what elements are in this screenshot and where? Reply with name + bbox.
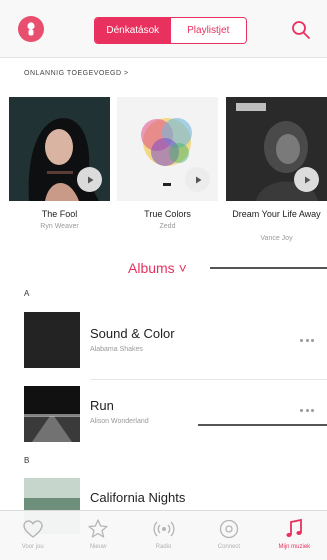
tab-label: Connect <box>217 544 241 550</box>
recent-album-title: Dream Your Life Away <box>232 209 321 219</box>
album-row[interactable]: Run Alison Wonderland <box>24 386 327 450</box>
album-title: Sound & Color <box>90 326 175 341</box>
tab-label: Mijn muziek <box>278 544 311 550</box>
section-letter: B <box>24 456 30 465</box>
play-icon <box>87 176 93 183</box>
tab-bar: Voor jou Nieuw Radio Connect Mijn muziek <box>0 510 327 560</box>
play-button[interactable] <box>294 167 319 192</box>
segment-library[interactable]: Dénkatások <box>95 18 171 43</box>
recent-album-title: True Colors <box>144 209 191 219</box>
tab-new[interactable]: Nieuw <box>65 511 130 560</box>
search-icon <box>292 21 310 39</box>
tab-label: Radio <box>155 544 172 550</box>
star-icon <box>88 519 108 538</box>
play-icon <box>195 176 201 183</box>
play-button[interactable] <box>77 167 102 192</box>
recent-album-tile[interactable] <box>9 97 110 201</box>
more-options-button[interactable] <box>300 339 314 343</box>
scroll-indicator <box>210 267 327 269</box>
segmented-control: Dénkatások Playlistjet <box>94 17 247 44</box>
play-button[interactable] <box>185 167 210 192</box>
nav-bar: Dénkatások Playlistjet <box>0 0 327 58</box>
albums-sort-dropdown[interactable]: Albums ˅ <box>128 260 187 276</box>
recently-added-header[interactable]: ONLANNIG TOEGEVOEGD > <box>24 70 129 77</box>
recent-album-title: The Fool <box>41 209 78 219</box>
album-title: California Nights <box>90 490 186 505</box>
album-artist: Alabama Shakes <box>90 346 143 353</box>
tab-connect[interactable]: Connect <box>196 511 261 560</box>
play-icon <box>304 176 310 183</box>
search-button[interactable] <box>290 19 312 41</box>
radio-icon <box>153 521 175 537</box>
album-title: Run <box>90 398 114 413</box>
profile-button[interactable] <box>18 16 44 42</box>
tab-radio[interactable]: Radio <box>131 511 196 560</box>
music-note-icon <box>286 518 303 537</box>
tab-label: Nieuw <box>89 544 107 550</box>
heart-icon <box>23 520 43 538</box>
recent-album-artist: Vance Joy <box>260 235 293 242</box>
at-icon <box>219 519 239 539</box>
tab-my-music[interactable]: Mijn muziek <box>262 511 327 560</box>
album-art-sound-and-color <box>24 312 80 368</box>
album-art-run <box>24 386 80 442</box>
album-artist: Alison Wonderland <box>90 418 149 425</box>
section-letter: A <box>24 289 30 298</box>
recent-album-tile[interactable] <box>226 97 327 201</box>
segment-playlists[interactable]: Playlistjet <box>170 18 246 43</box>
album-row[interactable]: Sound & Color Alabama Shakes <box>24 312 327 376</box>
recent-album-artist: Zedd <box>159 223 176 230</box>
tab-for-you[interactable]: Voor jou <box>0 511 65 560</box>
more-options-button[interactable] <box>300 409 314 413</box>
scroll-indicator <box>198 424 327 426</box>
person-icon <box>27 22 35 36</box>
tab-label: Voor jou <box>21 544 44 550</box>
recent-album-artist: Ryn Weaver <box>40 223 79 230</box>
recent-album-tile[interactable] <box>117 97 218 201</box>
row-divider <box>90 379 327 380</box>
